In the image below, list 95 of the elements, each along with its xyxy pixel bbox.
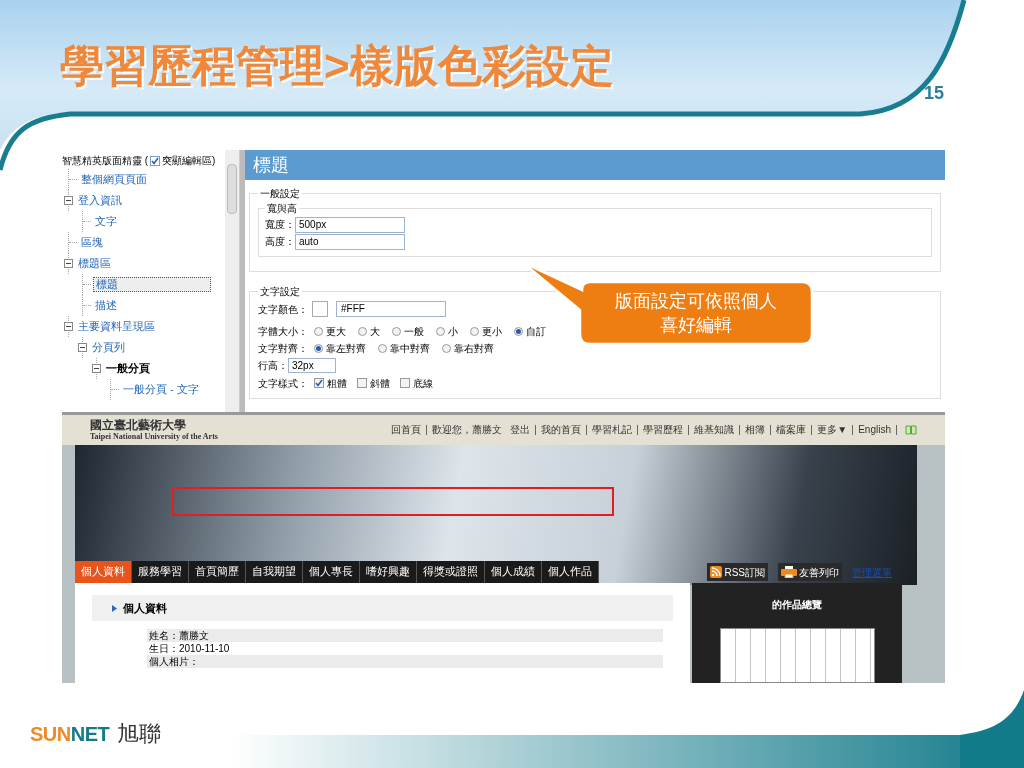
sidebar-title: 的作品總覽 bbox=[772, 598, 822, 612]
radio-button[interactable] bbox=[358, 326, 367, 336]
field-label: 文字對齊： bbox=[258, 342, 308, 356]
toggle-icon[interactable] bbox=[64, 196, 73, 205]
radio-button[interactable] bbox=[470, 326, 479, 336]
option-label: 更大 bbox=[326, 324, 346, 339]
tool-button[interactable]: 友善列印 bbox=[778, 563, 842, 581]
tab[interactable]: 個人資料 bbox=[75, 561, 132, 583]
radio-button[interactable] bbox=[314, 344, 323, 353]
group-legend: 寬與高 bbox=[265, 201, 299, 216]
printer-icon bbox=[781, 566, 797, 578]
tab[interactable]: 個人作品 bbox=[542, 561, 599, 583]
option-label: 更小 bbox=[482, 324, 502, 339]
tree-item[interactable]: 描述 bbox=[93, 299, 119, 312]
radio-button[interactable] bbox=[392, 326, 401, 336]
input-field[interactable]: 32px bbox=[288, 358, 336, 373]
section-title: 個人資料 bbox=[123, 600, 167, 616]
group-legend: 文字設定 bbox=[258, 284, 302, 299]
option-label: 自訂 bbox=[526, 324, 546, 339]
checkbox[interactable] bbox=[150, 156, 161, 167]
tree-item[interactable]: 一般分頁 - 文字 bbox=[121, 383, 201, 396]
panel-heading: 標題 bbox=[245, 150, 945, 180]
nav-link[interactable]: English bbox=[853, 425, 897, 435]
book-icon[interactable] bbox=[905, 425, 917, 435]
field-text: 個人相片： bbox=[147, 655, 663, 668]
nav-link[interactable]: 登出 bbox=[505, 425, 537, 435]
field-text: 姓名：蕭勝文 bbox=[147, 629, 663, 642]
input-field[interactable]: auto bbox=[295, 233, 405, 250]
company-logo-chinese: 旭聯 bbox=[117, 720, 162, 748]
option-label: 底線 bbox=[413, 376, 433, 391]
nav-link[interactable]: 檔案庫 bbox=[771, 425, 813, 435]
toggle-icon[interactable] bbox=[64, 322, 73, 331]
tree-item[interactable]: 標題區 bbox=[76, 257, 113, 270]
tree-item[interactable]: 標題 bbox=[93, 277, 211, 292]
tree-item[interactable]: 登入資訊 bbox=[76, 194, 124, 207]
nav-link[interactable]: 學習歷程 bbox=[638, 425, 690, 435]
school-english-name: Taipei National University of the Arts bbox=[90, 432, 218, 441]
radio-button[interactable] bbox=[436, 326, 445, 336]
nav-link[interactable]: 學習札記 bbox=[587, 425, 639, 435]
field-label: 文字樣式： bbox=[258, 376, 308, 391]
tab[interactable]: 自我期望 bbox=[246, 561, 303, 583]
checkbox-label: 突顯編輯區) bbox=[162, 155, 216, 166]
color-swatch[interactable] bbox=[312, 301, 328, 317]
tab[interactable]: 個人專長 bbox=[303, 561, 360, 583]
checkbox[interactable] bbox=[357, 378, 367, 388]
welcome-text: 歡迎您，蕭勝文 bbox=[431, 425, 504, 435]
tree-item[interactable]: 整個網頁頁面 bbox=[79, 173, 149, 186]
field-label: 寬度： bbox=[265, 218, 295, 232]
radio-button[interactable] bbox=[314, 326, 323, 336]
nav-link[interactable]: 維基知識 bbox=[689, 425, 741, 435]
toggle-icon[interactable] bbox=[78, 343, 87, 352]
option-label: 靠右對齊 bbox=[454, 342, 494, 356]
school-logo: 國立臺北藝術大學 bbox=[90, 419, 187, 432]
field-label: 高度： bbox=[265, 235, 295, 249]
field-label: 文字顏色： bbox=[258, 302, 308, 317]
slide-title: 學習歷程管理>樣版色彩設定 bbox=[60, 40, 614, 92]
tool-button[interactable]: RSS訂閱 bbox=[707, 563, 768, 581]
field-label: 行高： bbox=[258, 359, 288, 373]
toggle-icon[interactable] bbox=[92, 364, 101, 373]
tab[interactable]: 個人成績 bbox=[485, 561, 542, 583]
checkbox[interactable] bbox=[400, 378, 410, 388]
tab[interactable]: 得獎或證照 bbox=[417, 561, 485, 583]
tree-item[interactable]: 區塊 bbox=[79, 236, 105, 249]
option-label: 靠中對齊 bbox=[390, 342, 430, 356]
tab[interactable]: 嗜好興趣 bbox=[360, 561, 417, 583]
page-number: 15 bbox=[923, 82, 944, 105]
tree-item[interactable]: 主要資料呈現區 bbox=[76, 320, 157, 333]
option-label: 斜體 bbox=[370, 376, 390, 391]
option-label: 靠左對齊 bbox=[326, 342, 366, 356]
toggle-icon[interactable] bbox=[64, 259, 73, 268]
tab[interactable]: 服務學習 bbox=[132, 561, 189, 583]
nav-link[interactable]: 回首頁 bbox=[386, 425, 428, 435]
group-legend: 一般設定 bbox=[258, 186, 302, 201]
company-logo: SUNNET bbox=[30, 721, 110, 747]
option-label: 粗體 bbox=[327, 376, 347, 391]
option-label: 小 bbox=[448, 324, 458, 339]
option-label: 大 bbox=[370, 324, 380, 339]
input-field[interactable]: 500px bbox=[295, 216, 405, 233]
checkbox[interactable] bbox=[314, 378, 324, 388]
input-field[interactable]: #FFF bbox=[336, 301, 446, 317]
tree-item[interactable]: 文字 bbox=[93, 215, 119, 228]
triangle-icon bbox=[112, 604, 117, 612]
radio-button[interactable] bbox=[514, 326, 523, 336]
nav-link[interactable]: 相簿 bbox=[740, 425, 772, 435]
nav-link[interactable]: 更多▼ bbox=[812, 425, 854, 435]
field-label: 字體大小： bbox=[258, 324, 308, 339]
radio-button[interactable] bbox=[378, 344, 387, 353]
nav-link[interactable]: 我的首頁 bbox=[536, 425, 588, 435]
rss-icon bbox=[710, 566, 723, 578]
tree-item[interactable]: 一般分頁 bbox=[104, 362, 152, 375]
option-label: 一般 bbox=[404, 324, 424, 339]
tab[interactable]: 首頁簡歷 bbox=[189, 561, 246, 583]
tree-header: 智慧精英版面精靈 ( bbox=[62, 155, 149, 166]
radio-button[interactable] bbox=[442, 344, 451, 353]
tree-item[interactable]: 分頁列 bbox=[90, 341, 127, 354]
